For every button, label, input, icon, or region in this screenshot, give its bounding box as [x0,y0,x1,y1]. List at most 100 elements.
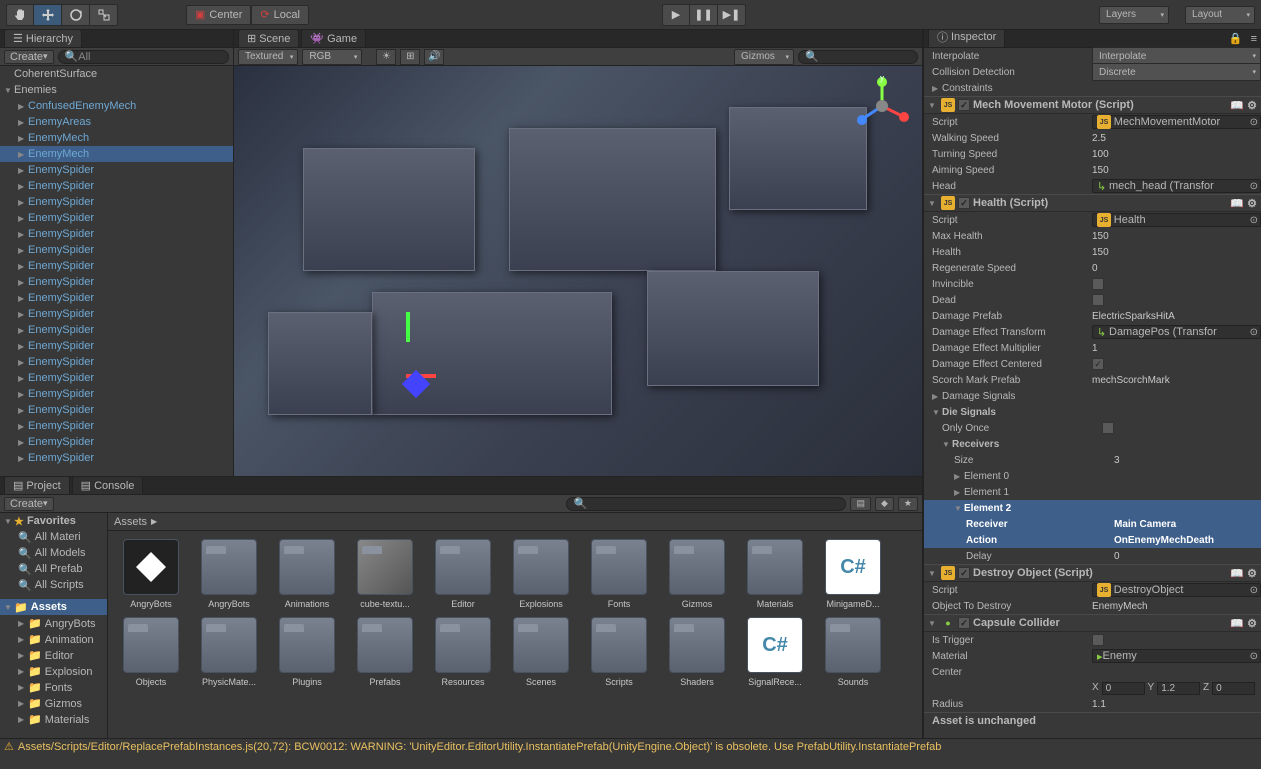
asset-item[interactable]: Editor [428,539,498,609]
project-filter-1[interactable]: ▤ [850,497,871,511]
asset-item[interactable]: Explosions [506,539,576,609]
receiver-value[interactable]: Main Camera [1114,519,1261,530]
asset-item[interactable]: Shaders [662,617,732,687]
hierarchy-item[interactable]: ▶EnemySpider [0,226,233,242]
component-gear-icon[interactable]: ⚙ [1247,567,1257,580]
asset-grid[interactable]: AngryBotsAngryBotsAnimationscube-textu..… [108,531,922,738]
hierarchy-item[interactable]: ▶EnemySpider [0,434,233,450]
asset-item[interactable]: Plugins [272,617,342,687]
receivers-foldout[interactable]: Receivers [952,439,1112,450]
damage-centered-checkbox[interactable] [1092,358,1104,370]
play-button[interactable]: ▶ [662,4,690,26]
scorch-value[interactable]: mechScorchMark [1092,375,1261,386]
asset-item[interactable]: Scripts [584,617,654,687]
turning-speed-value[interactable]: 100 [1092,149,1261,160]
gizmos-dropdown[interactable]: Gizmos [734,49,794,65]
hierarchy-item[interactable]: ▶EnemySpider [0,354,233,370]
hierarchy-item[interactable]: ▶EnemySpider [0,258,233,274]
aiming-speed-value[interactable]: 150 [1092,165,1261,176]
hierarchy-item[interactable]: CoherentSurface [0,66,233,82]
asset-item[interactable]: Materials [740,539,810,609]
hierarchy-item[interactable]: ▶EnemySpider [0,162,233,178]
project-tree-item[interactable]: ▶📁 Editor [0,647,107,663]
scene-light-toggle[interactable]: ☀ [376,49,396,65]
project-filter-2[interactable]: ◆ [875,497,894,511]
asset-item[interactable]: Scenes [506,617,576,687]
project-tree-item[interactable]: ▶📁 Explosion [0,663,107,679]
status-bar[interactable]: ⚠ Assets/Scripts/Editor/ReplacePrefabIns… [0,738,1261,754]
render-mode-dropdown[interactable]: Textured [238,49,298,65]
asset-item[interactable]: Gizmos [662,539,732,609]
health-value[interactable]: 150 [1092,247,1261,258]
hierarchy-item[interactable]: ▶EnemySpider [0,274,233,290]
favorite-item[interactable]: 🔍 All Prefab [0,561,107,577]
project-tree-item[interactable]: ▶📁 Materials [0,711,107,727]
project-filter-star[interactable]: ★ [898,497,918,511]
asset-item[interactable]: Fonts [584,539,654,609]
hierarchy-item[interactable]: ▶EnemySpider [0,418,233,434]
asset-item[interactable]: Objects [116,617,186,687]
hierarchy-tree[interactable]: CoherentSurface▼Enemies▶ConfusedEnemyMec… [0,66,233,476]
regen-value[interactable]: 0 [1092,263,1261,274]
project-tree-item[interactable]: ▶📁 Fonts [0,679,107,695]
die-signals-foldout[interactable]: Die Signals [942,407,1102,418]
inspector-tab[interactable]: ⓘInspector [928,30,1005,47]
game-tab[interactable]: 👾Game [301,29,366,47]
damage-mult-value[interactable]: 1 [1092,343,1261,354]
component-help-icon[interactable]: 📖 [1230,197,1244,210]
center-xyz[interactable]: X0 Y1.2 Z0 [1092,682,1261,695]
is-trigger-checkbox[interactable] [1092,634,1104,646]
hierarchy-item[interactable]: ▶EnemySpider [0,402,233,418]
project-tree-item[interactable]: ▶📁 AngryBots [0,615,107,631]
asset-item[interactable]: AngryBots [116,539,186,609]
constraints-foldout[interactable]: Constraints [942,83,1102,94]
project-search-input[interactable]: 🔍 [566,497,846,511]
asset-item[interactable]: Animations [272,539,342,609]
head-field[interactable]: ↳ mech_head (Transfor [1092,179,1261,193]
receivers-size-value[interactable]: 3 [1114,455,1261,466]
destroy-enabled-checkbox[interactable] [958,567,970,579]
damage-transform-field[interactable]: ↳ DamagePos (Transfor [1092,325,1261,339]
move-tool[interactable] [34,4,62,26]
element-1-foldout[interactable]: Element 1 [964,487,1124,498]
component-help-icon[interactable]: 📖 [1230,617,1244,630]
favorite-item[interactable]: 🔍 All Materi [0,529,107,545]
project-tree-item[interactable]: ▶📁 Animation [0,631,107,647]
assets-root[interactable]: ▼📁 Assets [0,599,107,615]
color-mode-dropdown[interactable]: RGB [302,49,362,65]
hierarchy-item[interactable]: ▶EnemySpider [0,242,233,258]
component-gear-icon[interactable]: ⚙ [1247,617,1257,630]
asset-item[interactable]: C#MinigameD... [818,539,888,609]
hierarchy-item[interactable]: ▶EnemySpider [0,194,233,210]
damage-prefab-value[interactable]: ElectricSparksHitA [1092,311,1261,322]
hierarchy-tab[interactable]: ☰Hierarchy [4,29,82,47]
walking-speed-value[interactable]: 2.5 [1092,133,1261,144]
hierarchy-item[interactable]: ▶EnemySpider [0,178,233,194]
project-tab[interactable]: ▤Project [4,476,70,494]
space-local-toggle[interactable]: ⟳Local [251,5,309,25]
collision-dropdown[interactable]: Discrete [1092,63,1261,81]
inspector-lock-icon[interactable]: 🔒 [1225,30,1247,47]
destroy-script-field[interactable]: JS DestroyObject [1092,583,1261,597]
asset-item[interactable]: Prefabs [350,617,420,687]
scene-tab[interactable]: ⊞Scene [238,29,299,47]
asset-item[interactable]: Resources [428,617,498,687]
favorite-item[interactable]: 🔍 All Scripts [0,577,107,593]
hand-tool[interactable] [6,4,34,26]
script-field[interactable]: JS MechMovementMotor [1092,115,1261,129]
console-tab[interactable]: ▤Console [72,476,144,494]
scene-audio-toggle[interactable]: 🔊 [424,49,444,65]
delay-value[interactable]: 0 [1114,551,1261,562]
component-gear-icon[interactable]: ⚙ [1247,99,1257,112]
capsule-component-header[interactable]: ▼● Capsule Collider 📖⚙ [924,614,1261,632]
hierarchy-item[interactable]: ▶EnemyMech [0,146,233,162]
health-component-header[interactable]: ▼JS Health (Script) 📖⚙ [924,194,1261,212]
health-script-field[interactable]: JS Health [1092,213,1261,227]
inspector-menu-icon[interactable]: ≡ [1247,31,1261,47]
favorites-header[interactable]: ▼★ Favorites [0,513,107,529]
hierarchy-item[interactable]: ▶EnemySpider [0,386,233,402]
scene-search-input[interactable]: 🔍 [798,50,918,64]
pivot-center-toggle[interactable]: ▣Center [186,5,251,25]
hierarchy-item[interactable]: ▶EnemySpider [0,210,233,226]
asset-item[interactable]: Sounds [818,617,888,687]
